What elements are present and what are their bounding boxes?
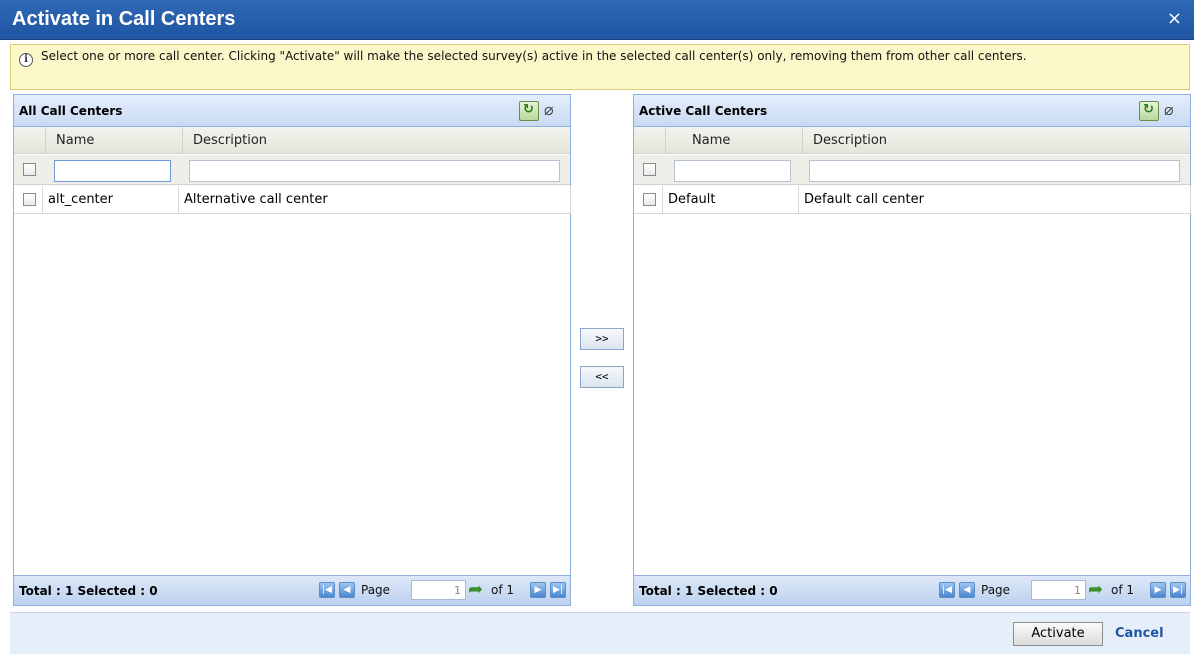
- grid-header: Name Description: [634, 127, 1190, 154]
- cell-divider: [178, 186, 179, 214]
- description-column-header[interactable]: Description: [803, 127, 1192, 154]
- info-icon: i: [19, 53, 33, 67]
- total-selected-text: Total : 1 Selected : 0: [639, 584, 778, 598]
- cell-divider: [42, 186, 43, 214]
- row-description: Default call center: [804, 192, 924, 207]
- add-to-active-button[interactable]: >>: [580, 328, 624, 350]
- dialog-title-bar: Activate in Call Centers ×: [0, 0, 1194, 40]
- go-arrow-icon[interactable]: ➦: [1088, 579, 1103, 600]
- cell-divider: [662, 186, 663, 214]
- cell-divider: [1190, 186, 1191, 214]
- select-column-header: [14, 127, 46, 154]
- select-column-header: [634, 127, 666, 154]
- row-checkbox[interactable]: [643, 193, 656, 206]
- name-column-header[interactable]: Name: [666, 127, 803, 154]
- row-name: alt_center: [48, 192, 113, 207]
- first-page-icon[interactable]: |◀: [319, 582, 335, 598]
- eraser-icon[interactable]: [1162, 100, 1182, 121]
- select-all-checkbox[interactable]: [23, 163, 36, 176]
- page-label: Page: [361, 583, 391, 597]
- notice-text: Select one or more call center. Clicking…: [41, 49, 1027, 63]
- prev-page-icon[interactable]: ◀: [339, 582, 355, 598]
- refresh-icon[interactable]: [519, 101, 539, 121]
- next-page-icon[interactable]: ▶: [530, 582, 546, 598]
- page-number-input[interactable]: [411, 580, 466, 600]
- eraser-icon[interactable]: [542, 100, 562, 121]
- cell-divider: [798, 186, 799, 214]
- name-column-header[interactable]: Name: [46, 127, 183, 154]
- panel-footer: Total : 1 Selected : 0 |◀ ◀ Page ➦ of 1 …: [634, 575, 1190, 605]
- page-count: of 1: [491, 583, 515, 597]
- name-filter-input[interactable]: [674, 160, 791, 182]
- active-call-centers-panel: Active Call Centers Name Description Def…: [633, 94, 1191, 606]
- panel-header: All Call Centers: [14, 95, 570, 127]
- info-notice: i Select one or more call center. Clicki…: [10, 44, 1190, 90]
- first-page-icon[interactable]: |◀: [939, 582, 955, 598]
- prev-page-icon[interactable]: ◀: [959, 582, 975, 598]
- all-call-centers-panel: All Call Centers Name Description alt_ce…: [13, 94, 571, 606]
- description-filter-input[interactable]: [809, 160, 1180, 182]
- dialog-action-bar: Activate Cancel: [10, 612, 1190, 654]
- filter-row: [14, 155, 570, 185]
- pager: |◀ ◀ Page ➦ of 1 ▶ ▶|: [939, 579, 1189, 600]
- dialog-title: Activate in Call Centers: [12, 8, 236, 30]
- last-page-icon[interactable]: ▶|: [1170, 582, 1186, 598]
- activate-button[interactable]: Activate: [1013, 622, 1103, 646]
- next-page-icon[interactable]: ▶: [1150, 582, 1166, 598]
- refresh-icon[interactable]: [1139, 101, 1159, 121]
- page-label: Page: [981, 583, 1011, 597]
- grid-header: Name Description: [14, 127, 570, 154]
- table-row[interactable]: Default Default call center: [634, 186, 1191, 214]
- name-filter-input[interactable]: [54, 160, 171, 182]
- panel-title: All Call Centers: [19, 104, 123, 118]
- close-icon[interactable]: ×: [1167, 9, 1182, 29]
- row-name: Default: [668, 192, 716, 207]
- select-all-checkbox[interactable]: [643, 163, 656, 176]
- remove-from-active-button[interactable]: <<: [580, 366, 624, 388]
- cancel-button[interactable]: Cancel: [1115, 626, 1164, 641]
- description-filter-input[interactable]: [189, 160, 560, 182]
- row-checkbox[interactable]: [23, 193, 36, 206]
- table-row[interactable]: alt_center Alternative call center: [14, 186, 571, 214]
- filter-row: [634, 155, 1190, 185]
- panel-title: Active Call Centers: [639, 104, 768, 118]
- page-number-input[interactable]: [1031, 580, 1086, 600]
- last-page-icon[interactable]: ▶|: [550, 582, 566, 598]
- total-selected-text: Total : 1 Selected : 0: [19, 584, 158, 598]
- cell-divider: [570, 186, 571, 214]
- panel-header: Active Call Centers: [634, 95, 1190, 127]
- go-arrow-icon[interactable]: ➦: [468, 579, 483, 600]
- description-column-header[interactable]: Description: [183, 127, 572, 154]
- page-count: of 1: [1111, 583, 1135, 597]
- pager: |◀ ◀ Page ➦ of 1 ▶ ▶|: [319, 579, 569, 600]
- panel-footer: Total : 1 Selected : 0 |◀ ◀ Page ➦ of 1 …: [14, 575, 570, 605]
- row-description: Alternative call center: [184, 192, 328, 207]
